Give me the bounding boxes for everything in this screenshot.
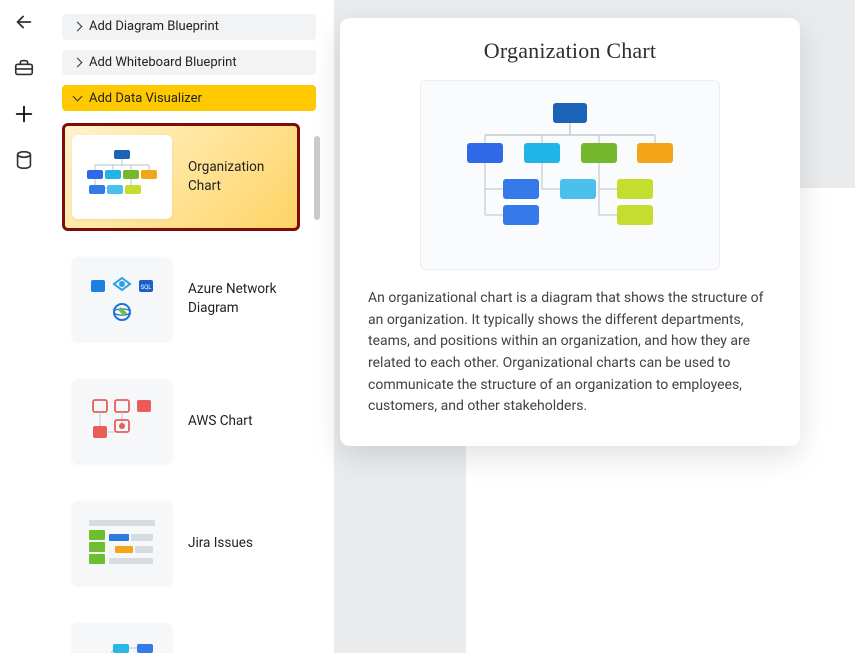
toolbox-icon [13, 57, 35, 79]
org-chart-preview-icon [445, 95, 695, 255]
chevron-right-icon [73, 22, 83, 32]
template-aws-chart[interactable]: AWS Chart [62, 367, 300, 475]
template-azure-network[interactable]: SQL Azure Network Diagram [62, 245, 300, 353]
template-decision-tree[interactable]: Decision Tree [62, 611, 300, 653]
chevron-down-icon [73, 92, 83, 102]
template-thumb: SQL [72, 257, 172, 341]
template-label: Jira Issues [188, 534, 290, 553]
chevron-right-icon [73, 58, 83, 68]
left-toolbar [0, 0, 48, 653]
template-label: AWS Chart [188, 412, 290, 431]
template-organization-chart[interactable]: Organization Chart [62, 123, 300, 231]
template-preview-popover: Organization Chart [340, 18, 800, 446]
template-list: Organization Chart SQL Azure Network Dia… [62, 121, 320, 653]
accordion-label: Add Whiteboard Blueprint [89, 55, 237, 70]
database-icon [13, 149, 35, 171]
accordion-label: Add Data Visualizer [89, 91, 202, 106]
azure-network-icon: SQL [83, 270, 161, 328]
template-label: Organization Chart [188, 158, 290, 196]
add-button[interactable] [10, 100, 38, 128]
popover-title: Organization Chart [368, 38, 772, 64]
org-chart-icon [83, 148, 161, 206]
template-thumb [72, 623, 172, 653]
plus-icon [13, 103, 35, 125]
popover-preview [420, 80, 720, 270]
back-arrow-icon [13, 11, 35, 33]
accordion-diagram-blueprint[interactable]: Add Diagram Blueprint [62, 14, 316, 40]
template-thumb [72, 379, 172, 463]
accordion-whiteboard-blueprint[interactable]: Add Whiteboard Blueprint [62, 50, 316, 76]
template-label: Azure Network Diagram [188, 280, 290, 318]
decision-tree-icon [83, 636, 161, 653]
template-jira-issues[interactable]: Jira Issues [62, 489, 300, 597]
back-button[interactable] [10, 8, 38, 36]
template-thumb [72, 501, 172, 585]
toolbox-button[interactable] [10, 54, 38, 82]
accordion-data-visualizer[interactable]: Add Data Visualizer [62, 85, 316, 111]
accordion-label: Add Diagram Blueprint [89, 19, 219, 34]
template-thumb [72, 135, 172, 219]
database-button[interactable] [10, 146, 38, 174]
scrollbar-thumb[interactable] [314, 136, 320, 220]
aws-chart-icon [83, 392, 161, 450]
popover-description: An organizational chart is a diagram tha… [368, 288, 772, 418]
sidebar: Add Diagram Blueprint Add Whiteboard Blu… [48, 0, 334, 653]
jira-issues-icon [83, 514, 161, 572]
svg-text:SQL: SQL [141, 284, 153, 291]
